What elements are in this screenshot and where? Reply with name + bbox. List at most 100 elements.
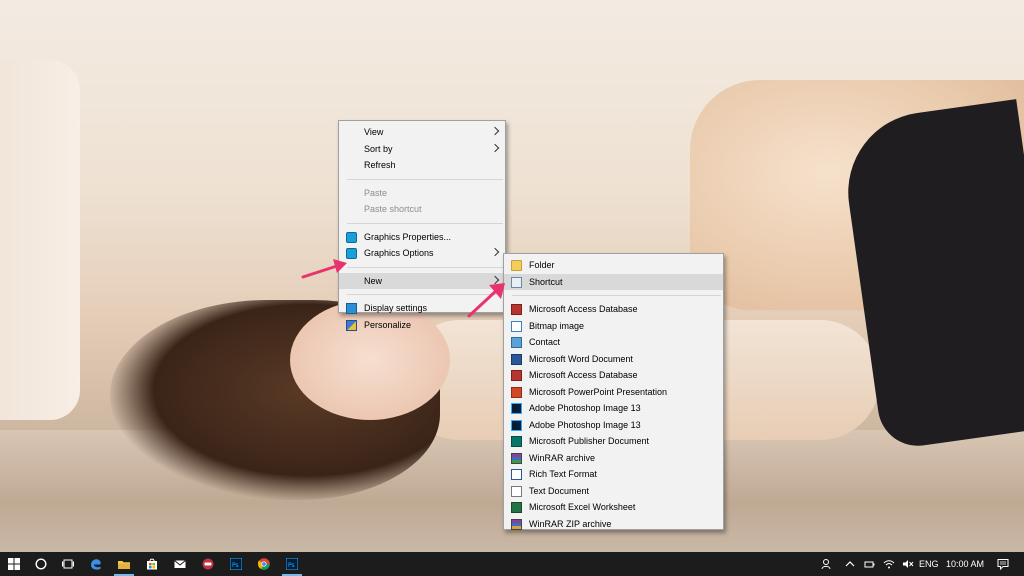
menu-item-label: WinRAR archive <box>529 452 596 463</box>
chrome-icon <box>258 558 270 570</box>
menu-item-label: Microsoft Excel Worksheet <box>529 502 636 512</box>
photoshop-icon: Ps <box>230 558 242 570</box>
contact-icon <box>511 337 522 348</box>
menu-item-label: Graphics Options <box>364 248 434 258</box>
excel-icon <box>511 502 522 513</box>
new-item-text-document[interactable]: Text Document <box>504 483 723 500</box>
new-item-photoshop-image[interactable]: Adobe Photoshop Image 13 <box>504 400 723 417</box>
publisher-icon <box>511 436 522 447</box>
shortcut-icon <box>511 276 522 288</box>
task-view-icon <box>62 559 74 569</box>
cortana-icon <box>35 558 47 570</box>
clock-time: 10:00 AM <box>946 559 985 569</box>
cortana-button[interactable] <box>27 552 55 576</box>
access-icon <box>511 304 522 315</box>
mail-button[interactable] <box>166 552 194 576</box>
access-icon <box>511 370 522 381</box>
photoshop-icon: Ps <box>286 558 298 570</box>
menu-item-paste: Paste <box>339 185 505 202</box>
menu-item-label: Text Document <box>529 485 590 496</box>
people-icon <box>821 559 831 570</box>
new-item-winrar-archive[interactable]: WinRAR archive <box>504 450 723 467</box>
store-button[interactable] <box>138 552 166 576</box>
chevron-right-icon <box>490 143 500 152</box>
new-item-access-database-2[interactable]: Microsoft Access Database <box>504 367 723 384</box>
new-item-contact[interactable]: Contact <box>504 334 723 351</box>
app-button[interactable] <box>194 552 222 576</box>
menu-item-label: Bitmap image <box>529 320 585 331</box>
chevron-right-icon <box>490 247 500 257</box>
menu-item-label: Shortcut <box>529 276 563 287</box>
svg-text:Ps: Ps <box>288 562 295 569</box>
start-button[interactable] <box>0 552 28 576</box>
volume-button[interactable] <box>898 552 918 576</box>
new-item-access-database[interactable]: Microsoft Access Database <box>504 301 723 318</box>
menu-item-label: Microsoft Publisher Document <box>529 436 650 446</box>
display-icon <box>346 303 357 314</box>
chevron-up-icon <box>845 561 855 567</box>
edge-button[interactable] <box>82 552 110 576</box>
menu-item-label: Microsoft Access Database <box>529 304 638 314</box>
new-item-word-document[interactable]: Microsoft Word Document <box>504 351 723 368</box>
new-item-winrar-zip[interactable]: WinRAR ZIP archive <box>504 516 723 533</box>
photoshop-button-2[interactable]: Ps <box>278 552 306 576</box>
menu-item-label: Refresh <box>364 160 396 170</box>
menu-item-graphics-properties[interactable]: Graphics Properties... <box>339 229 505 246</box>
app-icon <box>202 558 214 570</box>
menu-item-label: Microsoft Access Database <box>529 370 638 380</box>
powerpoint-icon <box>511 386 522 398</box>
new-submenu: Folder Shortcut Microsoft Access Databas… <box>503 253 724 530</box>
menu-item-view[interactable]: View <box>339 124 505 141</box>
wallpaper-cushion <box>0 60 80 420</box>
windows-start-icon <box>8 558 20 570</box>
menu-item-label: Paste <box>364 187 388 198</box>
menu-item-label: Sort by <box>364 143 393 154</box>
menu-item-graphics-options[interactable]: Graphics Options <box>339 245 505 262</box>
language-label: ENG <box>919 559 939 569</box>
battery-plug-icon <box>864 561 875 568</box>
menu-item-label: Folder <box>529 260 555 270</box>
clock[interactable]: 10:00 AM <box>946 552 984 576</box>
new-item-publisher-document[interactable]: Microsoft Publisher Document <box>504 433 723 450</box>
action-center-button[interactable] <box>992 552 1016 576</box>
text-document-icon <box>511 485 522 497</box>
new-item-bitmap-image[interactable]: Bitmap image <box>504 318 723 335</box>
menu-item-refresh[interactable]: Refresh <box>339 157 505 174</box>
new-item-excel-worksheet[interactable]: Microsoft Excel Worksheet <box>504 499 723 516</box>
menu-item-label: Graphics Properties... <box>364 231 452 242</box>
network-button[interactable] <box>879 552 899 576</box>
menu-item-label: WinRAR ZIP archive <box>529 518 612 529</box>
new-item-shortcut[interactable]: Shortcut <box>504 273 723 290</box>
menu-item-label: View <box>364 127 384 137</box>
store-icon <box>147 558 157 570</box>
menu-item-label: Microsoft Word Document <box>529 353 633 364</box>
bitmap-icon <box>511 320 522 332</box>
new-item-photoshop-image-2[interactable]: Adobe Photoshop Image 13 <box>504 417 723 434</box>
power-button[interactable] <box>860 552 880 576</box>
annotation-arrow-icon <box>301 259 347 279</box>
chrome-button[interactable] <box>250 552 278 576</box>
people-button[interactable] <box>815 552 839 576</box>
menu-item-sort-by[interactable]: Sort by <box>339 141 505 158</box>
menu-item-label: New <box>364 275 383 286</box>
photoshop-icon <box>511 403 522 414</box>
menu-item-paste-shortcut: Paste shortcut <box>339 201 505 218</box>
menu-item-label: Personalize <box>364 319 412 330</box>
word-icon <box>511 353 522 365</box>
language-indicator[interactable]: ENG <box>919 552 939 576</box>
volume-muted-icon <box>903 560 914 568</box>
show-hidden-icons-button[interactable] <box>840 552 860 576</box>
menu-separator <box>347 222 503 224</box>
new-item-rich-text[interactable]: Rich Text Format <box>504 466 723 483</box>
notification-icon <box>997 559 1009 570</box>
task-view-button[interactable] <box>54 552 82 576</box>
photoshop-button[interactable]: Ps <box>222 552 250 576</box>
folder-icon <box>511 260 522 271</box>
menu-item-label: Rich Text Format <box>529 469 597 479</box>
file-explorer-button[interactable] <box>110 552 138 576</box>
new-item-powerpoint[interactable]: Microsoft PowerPoint Presentation <box>504 384 723 401</box>
photoshop-icon <box>511 419 522 431</box>
new-item-folder[interactable]: Folder <box>504 257 723 274</box>
personalize-icon <box>346 319 357 331</box>
annotation-arrow-icon <box>467 283 505 318</box>
